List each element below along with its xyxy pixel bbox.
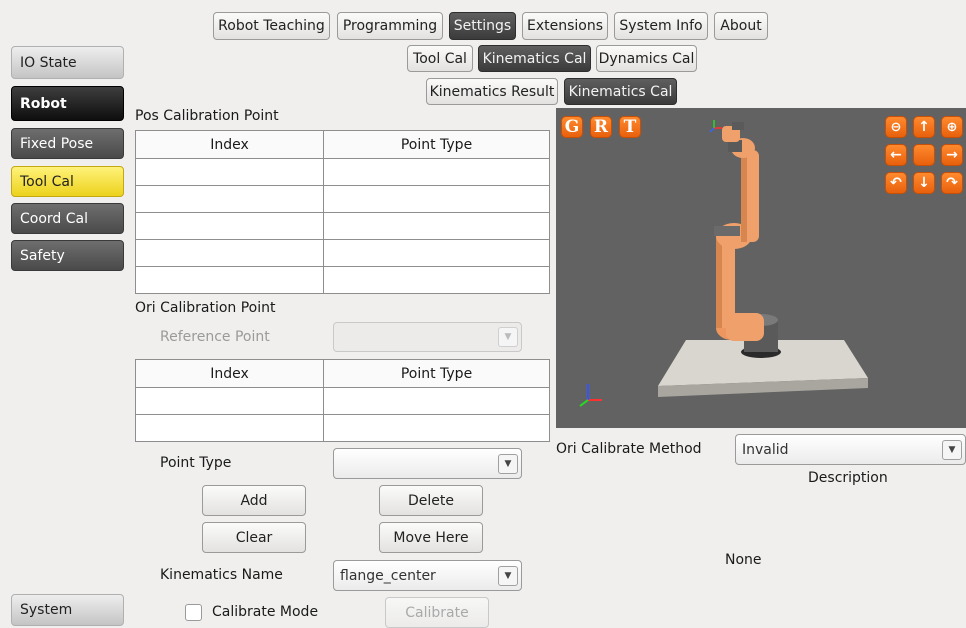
arrow-right-icon[interactable]: → (941, 144, 963, 166)
pos-calibration-title: Pos Calibration Point (135, 108, 279, 124)
tab-extensions[interactable]: Extensions (522, 12, 608, 40)
reference-point-select[interactable]: ▼ (333, 322, 522, 352)
robot-3d-viewport[interactable]: G R T ⊖ ↑ ⊕ ← → ↶ ↓ ↷ (556, 108, 966, 428)
tab-settings[interactable]: Settings (449, 12, 516, 40)
ori-calibrate-method-label: Ori Calibrate Method (556, 441, 702, 457)
reference-point-label: Reference Point (160, 329, 270, 345)
subtab-kinematics-result[interactable]: Kinematics Result (426, 78, 558, 105)
table-row[interactable] (135, 387, 550, 415)
arrow-left-icon[interactable]: ← (885, 144, 907, 166)
chevron-down-icon: ▼ (498, 453, 518, 474)
description-value: None (725, 552, 762, 568)
table-row[interactable] (135, 185, 550, 213)
tab-about[interactable]: About (714, 12, 768, 40)
pos-index-header: Index (135, 130, 324, 159)
clear-button[interactable]: Clear (202, 522, 306, 553)
ori-calibration-title: Ori Calibration Point (135, 300, 276, 316)
sidebar-robot[interactable]: Robot (11, 86, 124, 121)
ori-calibrate-method-value: Invalid (742, 441, 789, 458)
center-view-icon[interactable] (913, 144, 935, 166)
sidebar-item-safety[interactable]: Safety (11, 240, 124, 271)
sidebar-io-state[interactable]: IO State (11, 46, 124, 79)
arrow-down-icon[interactable]: ↓ (913, 172, 935, 194)
ori-point-type-header: Point Type (323, 359, 550, 388)
add-button[interactable]: Add (202, 485, 306, 516)
tab-programming[interactable]: Programming (337, 12, 443, 40)
ori-calibrate-method-select[interactable]: Invalid ▼ (735, 434, 966, 465)
point-type-label: Point Type (160, 455, 232, 471)
sidebar-item-tool-cal[interactable]: Tool Cal (11, 166, 124, 197)
ori-calibration-table[interactable]: Index Point Type (135, 359, 550, 442)
g-mode-button[interactable]: G (561, 116, 583, 138)
table-row[interactable] (135, 239, 550, 267)
subtab-dynamics-cal[interactable]: Dynamics Cal (596, 45, 697, 72)
kinematics-name-select[interactable]: flange_center ▼ (333, 560, 522, 591)
sidebar-item-coord-cal[interactable]: Coord Cal (11, 203, 124, 234)
calibrate-mode-checkbox[interactable] (185, 604, 202, 621)
description-label: Description (808, 470, 888, 486)
t-mode-button[interactable]: T (619, 116, 641, 138)
move-here-button[interactable]: Move Here (379, 522, 483, 553)
pos-calibration-table[interactable]: Index Point Type (135, 130, 550, 294)
table-row[interactable] (135, 158, 550, 186)
subtab-kinematics-cal[interactable]: Kinematics Cal (478, 45, 591, 72)
subtab-kinematics-cal-inner[interactable]: Kinematics Cal (564, 78, 677, 105)
tab-robot-teaching[interactable]: Robot Teaching (213, 12, 330, 40)
table-row[interactable] (135, 212, 550, 240)
chevron-down-icon: ▼ (498, 327, 518, 347)
subtab-tool-cal[interactable]: Tool Cal (407, 45, 473, 72)
calibrate-button[interactable]: Calibrate (385, 597, 489, 628)
r-mode-button[interactable]: R (590, 116, 612, 138)
ori-index-header: Index (135, 359, 324, 388)
sidebar-system[interactable]: System (11, 594, 124, 626)
delete-button[interactable]: Delete (379, 485, 483, 516)
rotate-right-icon[interactable]: ↷ (941, 172, 963, 194)
pos-point-type-header: Point Type (323, 130, 550, 159)
sidebar-item-fixed-pose[interactable]: Fixed Pose (11, 128, 124, 159)
calibrate-mode-label: Calibrate Mode (212, 604, 319, 620)
zoom-out-icon[interactable]: ⊖ (885, 116, 907, 138)
chevron-down-icon: ▼ (498, 565, 518, 586)
table-row[interactable] (135, 266, 550, 294)
point-type-select[interactable]: ▼ (333, 448, 522, 479)
tab-system-info[interactable]: System Info (614, 12, 708, 40)
kinematics-name-value: flange_center (340, 567, 436, 584)
arrow-up-icon[interactable]: ↑ (913, 116, 935, 138)
zoom-in-icon[interactable]: ⊕ (941, 116, 963, 138)
rotate-left-icon[interactable]: ↶ (885, 172, 907, 194)
chevron-down-icon: ▼ (942, 439, 962, 460)
table-row[interactable] (135, 414, 550, 442)
kinematics-name-label: Kinematics Name (160, 567, 283, 583)
